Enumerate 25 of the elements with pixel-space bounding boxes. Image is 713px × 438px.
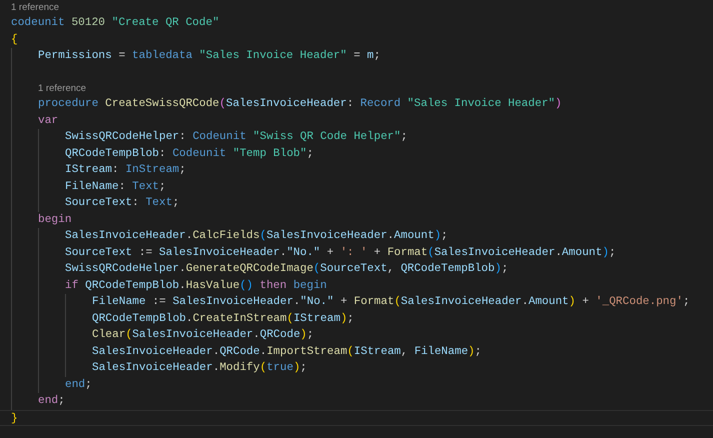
reference-lens[interactable]: 1 reference <box>11 0 60 15</box>
code-line: QRCodeTempBlob: Codeunit "Temp Blob"; <box>65 146 314 162</box>
reference-lens[interactable]: 1 reference <box>38 81 86 96</box>
code-line: end; <box>38 394 65 409</box>
code-line: codeunit 50120 "Create QR Code" <box>11 16 220 31</box>
code-line: SalesInvoiceHeader.QRCode.ImportStream(IStream, FileName); <box>92 344 482 360</box>
code-line: QRCodeTempBlob.CreateInStream(IStream); <box>92 312 354 326</box>
code-line: SourceText: Text; <box>65 196 180 211</box>
code-line: var <box>38 114 58 128</box>
code-line: Clear(SalesInvoiceHeader.QRCode); <box>92 328 314 343</box>
code-line: procedure CreateSwissQRCode(SalesInvoiceHeader: Record "Sales Invoice Header") <box>38 96 562 112</box>
code-line: Permissions = tabledata "Sales Invoice Header" = m; <box>38 48 380 64</box>
code-line: } <box>0 410 713 426</box>
code-line: FileName: Text; <box>65 180 166 194</box>
code-line: SalesInvoiceHeader.Modify(true); <box>92 360 307 376</box>
code-line: SourceText := SalesInvoiceHeader."No." + ': ' + Format(SalesInvoiceHeader.Amount); <box>65 246 616 260</box>
code-line: FileName := SalesInvoiceHeader."No." + Format(SalesInvoiceHeader.Amount) + '_QRCode.png'; <box>92 294 690 310</box>
code-line: begin <box>38 212 72 228</box>
code-line: SalesInvoiceHeader.CalcFields(SalesInvoiceHeader.Amount); <box>65 228 448 244</box>
code-line: SwissQRCodeHelper: Codeunit "Swiss QR Code Helper"; <box>65 130 408 145</box>
code-line: IStream: InStream; <box>65 163 186 178</box>
code-line: SwissQRCodeHelper.GenerateQRCodeImage(SourceText, QRCodeTempBlob); <box>65 262 508 277</box>
code-line: if QRCodeTempBlob.HasValue() then begin <box>65 278 327 294</box>
code-line: { <box>11 32 18 48</box>
code-line: end; <box>65 378 92 392</box>
